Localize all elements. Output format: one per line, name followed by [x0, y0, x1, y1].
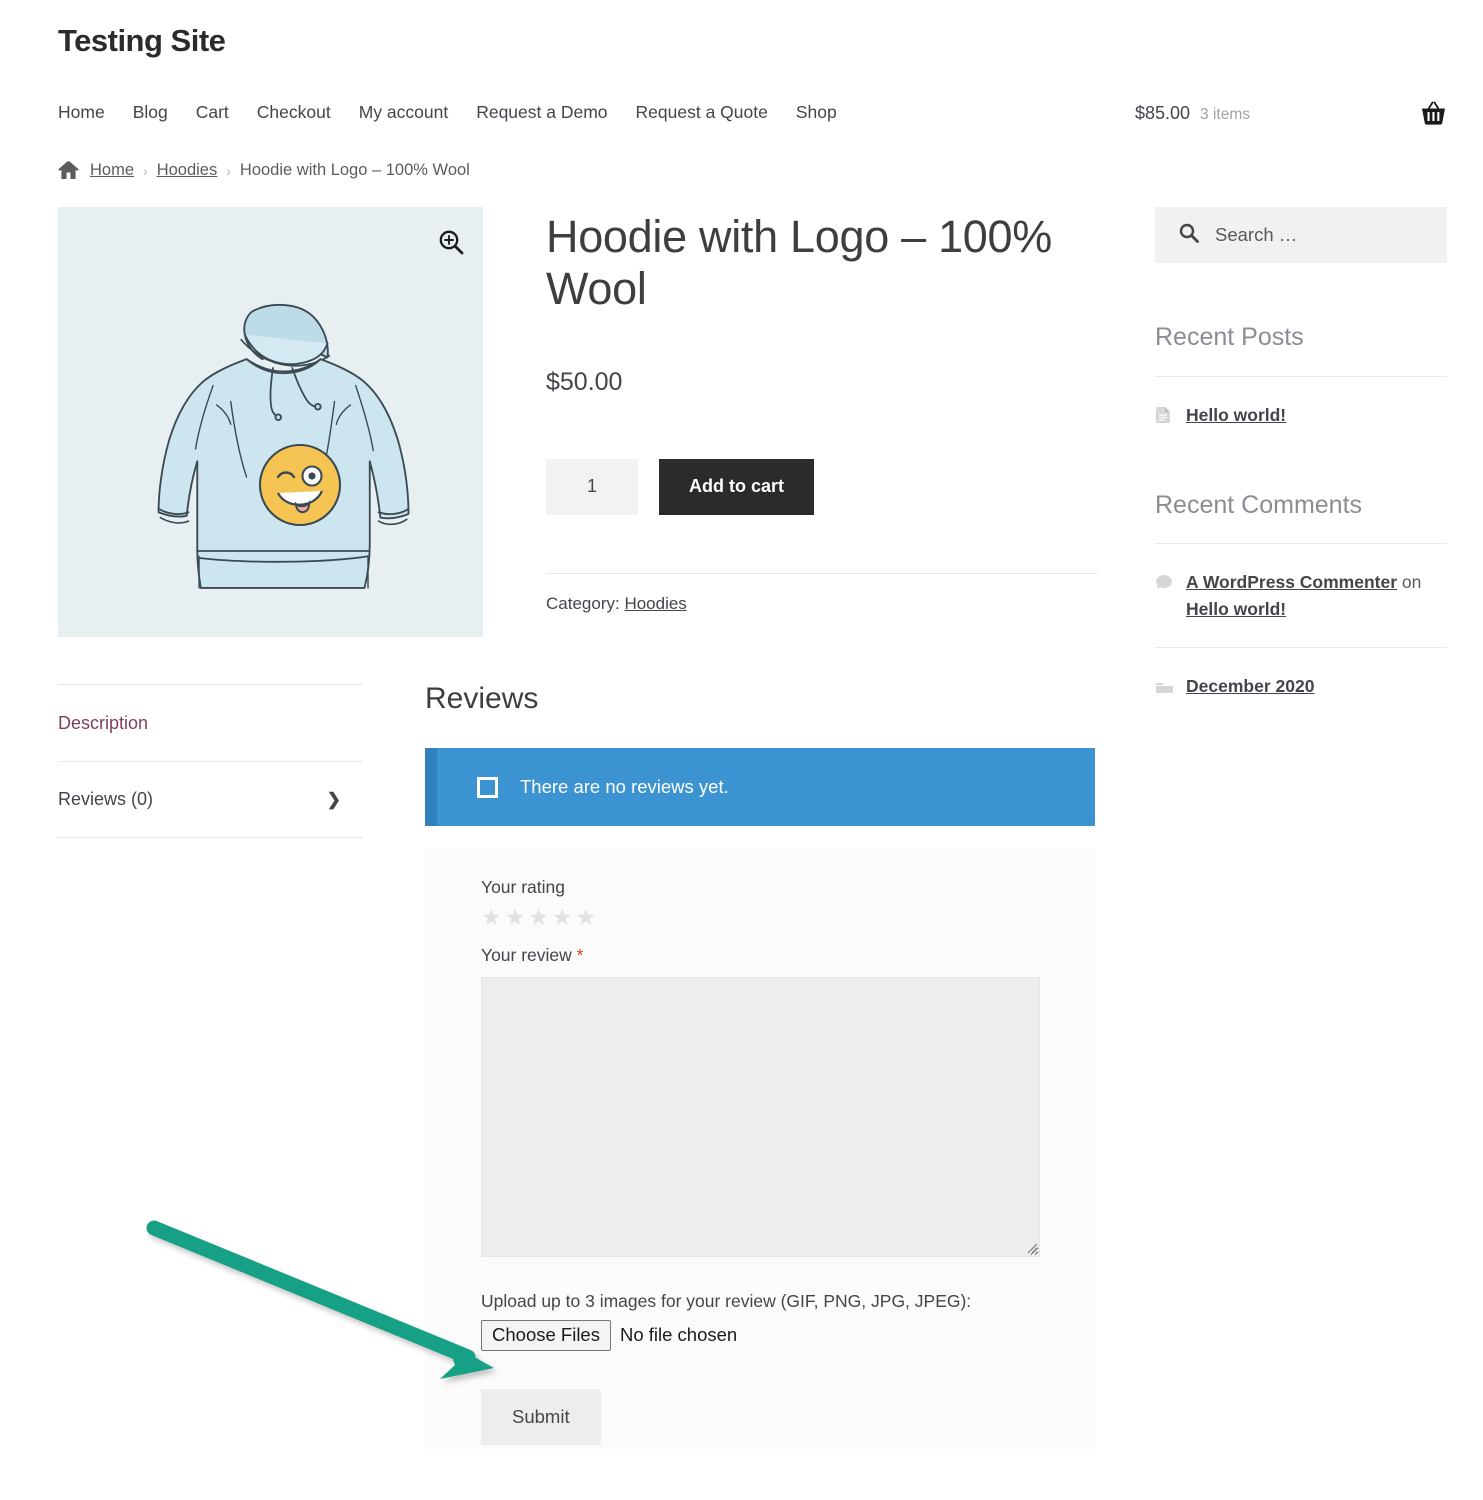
quantity-input[interactable] [546, 458, 638, 515]
add-to-cart-form: Add to cart [546, 458, 1098, 515]
breadcrumb-separator: › [226, 162, 231, 179]
site-title: Testing Site [58, 23, 226, 58]
search-icon [1179, 223, 1199, 248]
primary-navigation: Home Blog Cart Checkout My account Reque… [0, 85, 1483, 141]
comment-on-word: on [1401, 572, 1422, 593]
nav-item-checkout[interactable]: Checkout [257, 104, 359, 122]
tab-description-label: Description [58, 712, 149, 733]
main-column: Hoodie with Logo – 100% Wool $50.00 Add … [58, 207, 1098, 1450]
breadcrumb-current: Hoodie with Logo – 100% Wool [239, 161, 470, 180]
divider [546, 572, 1098, 574]
review-form: Your rating ★★★★★ Your review * Upload u… [425, 849, 1095, 1450]
list-item: A WordPress Commenter on Hello world! [1155, 544, 1447, 622]
review-text-label-text: Your review [481, 944, 572, 965]
widget-recent-posts-title: Recent Posts [1155, 324, 1447, 377]
cart-item-count: 3 items [1200, 105, 1250, 123]
star-rating-input[interactable]: ★★★★★ [481, 904, 1040, 932]
category-label: Category: [546, 593, 620, 613]
widget-recent-posts: Recent Posts Hello world! [1155, 324, 1447, 431]
magnifier-plus-icon[interactable] [434, 225, 468, 259]
add-to-cart-button[interactable]: Add to cart [659, 458, 815, 515]
recent-posts-list: Hello world! [1155, 377, 1447, 431]
required-asterisk: * [576, 944, 584, 965]
tab-description[interactable]: Description [58, 684, 363, 761]
nav-item-cart[interactable]: Cart [196, 104, 257, 122]
breadcrumb-separator: › [143, 162, 148, 179]
reviews-panel: Reviews There are no reviews yet. Your r… [425, 682, 1095, 1450]
cart-summary[interactable]: $85.00 3 items [1135, 103, 1250, 124]
comment-post-link[interactable]: Hello world! [1186, 599, 1286, 619]
no-reviews-notice: There are no reviews yet. [425, 748, 1095, 827]
page-title: Hoodie with Logo – 100% Wool [546, 211, 1052, 315]
tab-reviews-label: Reviews (0) [58, 789, 154, 810]
review-textarea-wrapper [481, 976, 1040, 1257]
breadcrumb: Home › Hoodies › Hoodie with Logo – 100%… [0, 141, 1483, 180]
folder-icon [1155, 673, 1174, 702]
comment-icon [1155, 569, 1174, 622]
shopping-basket-icon[interactable] [1420, 101, 1447, 126]
search-widget [1155, 207, 1447, 264]
review-text-label: Your review * [481, 945, 1040, 966]
nav-item-my-account[interactable]: My account [359, 104, 476, 122]
comment-author-link[interactable]: A WordPress Commenter [1186, 572, 1397, 592]
widget-recent-comments-title: Recent Comments [1155, 491, 1447, 545]
nav-item-request-a-quote[interactable]: Request a Quote [636, 104, 796, 122]
archive-link[interactable]: December 2020 [1186, 673, 1314, 702]
product-detail-lower: Description Reviews (0) ❯ Reviews There … [58, 682, 1098, 1450]
nav-item-blog[interactable]: Blog [133, 104, 196, 122]
upload-images-label: Upload up to 3 images for your review (G… [481, 1290, 972, 1311]
product-category-meta: Category: Hoodies [546, 594, 1098, 614]
search-input[interactable] [1213, 223, 1433, 248]
cart-total-amount: $85.00 [1134, 102, 1191, 123]
breadcrumb-link-hoodies[interactable]: Hoodies [157, 161, 218, 180]
review-form-inner: Your rating ★★★★★ Your review * Upload u… [425, 877, 1095, 1446]
no-file-chosen-text: No file chosen [619, 1324, 738, 1346]
submit-review-button[interactable]: Submit [481, 1389, 601, 1446]
comment-entry: A WordPress Commenter on Hello world! [1186, 569, 1447, 622]
list-item: December 2020 [1155, 646, 1447, 702]
product-summary-details: Hoodie with Logo – 100% Wool $50.00 Add … [546, 207, 1098, 637]
nav-item-request-a-demo[interactable]: Request a Demo [476, 104, 635, 122]
review-textarea[interactable] [481, 976, 1040, 1257]
sidebar: Recent Posts Hello world! Recent Comment… [1155, 207, 1447, 1449]
home-icon[interactable] [58, 161, 79, 180]
site-header: Testing Site [0, 0, 1483, 59]
list-item: Hello world! [1155, 377, 1447, 431]
product-tabs: Description Reviews (0) ❯ [58, 684, 363, 1449]
breadcrumb-link-home[interactable]: Home [90, 161, 134, 180]
product-price: $50.00 [546, 367, 623, 396]
nav-links: Home Blog Cart Checkout My account Reque… [58, 104, 865, 122]
nav-item-shop[interactable]: Shop [796, 104, 865, 122]
category-link-hoodies[interactable]: Hoodies [624, 594, 686, 613]
recent-post-link[interactable]: Hello world! [1186, 402, 1286, 431]
page-body: Hoodie with Logo – 100% Wool $50.00 Add … [0, 180, 1483, 1450]
recent-comments-list: A WordPress Commenter on Hello world! De… [1155, 544, 1447, 702]
no-reviews-notice-text: There are no reviews yet. [520, 776, 729, 798]
square-outline-icon [477, 776, 498, 798]
chevron-right-icon: ❯ [326, 789, 341, 809]
widget-recent-comments: Recent Comments A WordPress Commenter on… [1155, 491, 1447, 702]
product-image[interactable] [58, 207, 483, 637]
tab-reviews[interactable]: Reviews (0) ❯ [58, 761, 363, 839]
file-input-row: Choose Files No file chosen [481, 1319, 1040, 1352]
nav-item-home[interactable]: Home [58, 104, 133, 122]
rating-label: Your rating [481, 877, 565, 898]
product-gallery [58, 207, 483, 638]
choose-files-button[interactable]: Choose Files [481, 1319, 611, 1352]
product-summary: Hoodie with Logo – 100% Wool $50.00 Add … [58, 207, 1098, 638]
document-icon [1155, 402, 1174, 431]
reviews-heading: Reviews [425, 682, 539, 716]
